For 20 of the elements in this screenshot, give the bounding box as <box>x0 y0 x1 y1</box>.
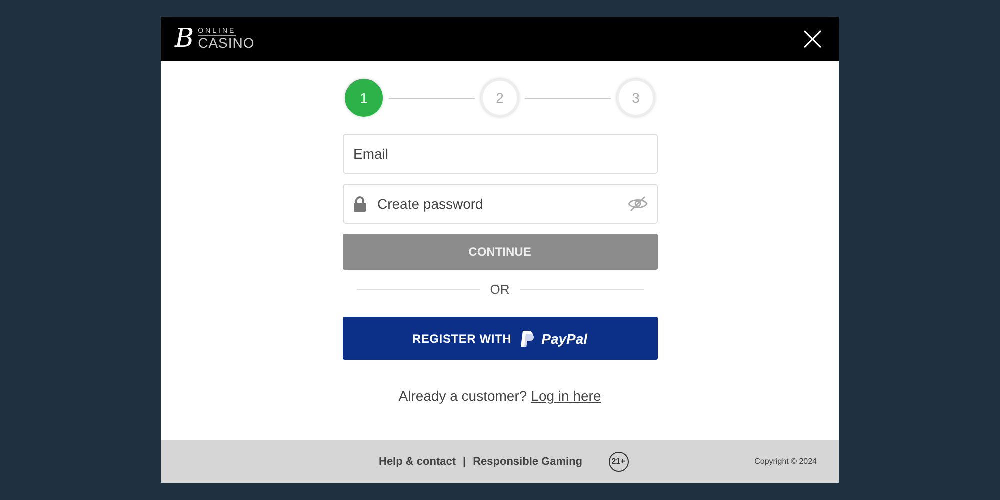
close-button[interactable]: × <box>798 22 827 56</box>
footer-link[interactable]: Responsible Gaming <box>473 456 583 468</box>
divider-label: OR <box>490 282 510 297</box>
logo-wordmark: CASINO <box>198 36 255 50</box>
login-link[interactable]: Log in here <box>531 388 602 404</box>
footer-link[interactable]: Help & contact <box>379 456 456 468</box>
login-prompt: Already a customer? <box>398 388 528 404</box>
eye-slash-icon[interactable] <box>628 196 648 212</box>
paypal-p-icon <box>520 330 534 346</box>
password-field[interactable]: Create password <box>342 184 658 224</box>
link-separator: | <box>463 456 466 468</box>
logo-mark: B <box>175 26 194 52</box>
lock-icon <box>352 196 366 212</box>
step-indicator: 2 <box>481 79 519 117</box>
age-badge: 21+ <box>608 452 629 472</box>
email-field[interactable]: Email <box>342 134 658 174</box>
copyright-text: Copyright © 2024 <box>754 457 817 466</box>
paypal-register-button[interactable]: REGISTER WITH PayPal <box>342 317 658 360</box>
step-indicator: 1 <box>345 79 383 117</box>
step-indicator: 3 <box>617 79 655 117</box>
